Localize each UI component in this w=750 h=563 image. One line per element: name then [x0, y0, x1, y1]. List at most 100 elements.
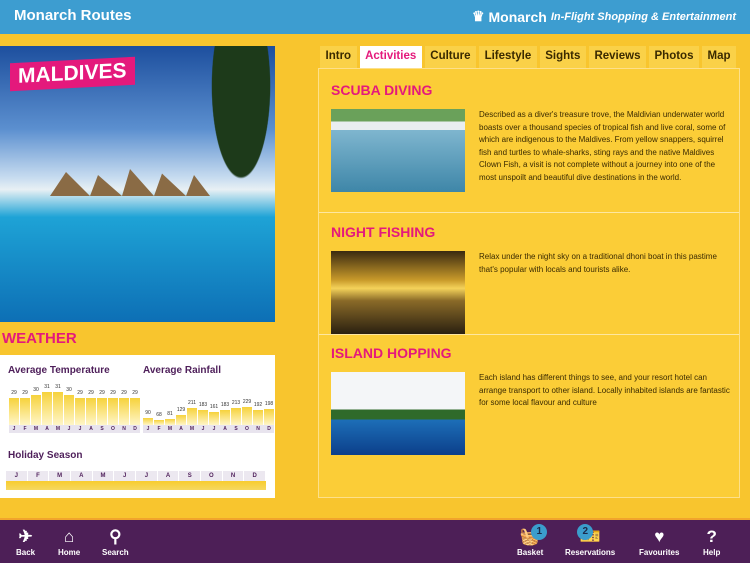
- crown-icon: ♛: [471, 8, 485, 24]
- holiday-season-bar: JFMAMJJASOND: [6, 471, 267, 490]
- month-tick: F: [157, 426, 161, 432]
- reservations-button[interactable]: 🎫Reservations2: [565, 524, 615, 557]
- chart-bar: 29: [20, 390, 30, 425]
- back-button[interactable]: ✈ Back: [16, 526, 35, 557]
- data-label: 68: [156, 411, 162, 418]
- data-label: 31: [44, 384, 50, 390]
- data-label: 229: [242, 398, 252, 405]
- chart-bar: 161: [209, 404, 219, 425]
- month-tick: M: [167, 426, 173, 432]
- night-fishing-photo: [331, 251, 465, 334]
- app-header: Monarch Routes ♛ Monarch In-Flight Shoppin…: [0, 0, 750, 34]
- tab-sights[interactable]: Sights: [539, 46, 586, 68]
- chart-bar: 90: [143, 410, 153, 425]
- scuba-photo: [331, 109, 465, 192]
- chart-bar: 183: [220, 402, 230, 425]
- data-label: 29: [77, 390, 83, 396]
- month-tick: O: [245, 426, 249, 432]
- month-tick: M: [189, 426, 195, 432]
- tab-bar: Intro Activities Culture Lifestyle Sights Rev…: [320, 46, 737, 68]
- month-label: J: [136, 471, 158, 481]
- favourites-button[interactable]: ♥ Favourites: [639, 526, 679, 557]
- holiday-title: Holiday Season: [8, 450, 83, 461]
- month-tick: J: [78, 426, 82, 432]
- data-label: 29: [22, 390, 28, 396]
- island-photo: [331, 372, 465, 455]
- month-tick: D: [267, 426, 271, 432]
- data-label: 30: [66, 387, 72, 393]
- tab-culture[interactable]: Culture: [424, 46, 477, 68]
- month-label: A: [158, 471, 180, 481]
- data-label: 29: [88, 390, 94, 396]
- hero-image: MALDIVES: [0, 46, 275, 322]
- help-button[interactable]: ? Help: [703, 526, 720, 557]
- month-tick: F: [23, 426, 27, 432]
- month-tick: J: [12, 426, 16, 432]
- month-label: F: [28, 471, 50, 481]
- chart-bar: 29: [119, 390, 129, 425]
- chart-bar: 31: [42, 384, 52, 425]
- divider: [319, 334, 739, 335]
- tab-map[interactable]: Map: [702, 46, 737, 68]
- chart-bar: 29: [86, 390, 96, 425]
- temp-chart: 29 29 30 31 31 30 29 29 29 29 29 29: [9, 383, 140, 425]
- section-title: NIGHT FISHING: [331, 224, 436, 240]
- rain-chart: 90 68 81 129 211 183 161 183 213 229 192 198: [143, 383, 274, 425]
- month-tick: M: [33, 426, 39, 432]
- data-label: 211: [188, 400, 196, 407]
- month-tick: A: [89, 426, 93, 432]
- data-label: 129: [176, 406, 186, 413]
- month-tick: N: [256, 426, 260, 432]
- chart-bar: 192: [253, 402, 263, 425]
- basket-button[interactable]: 🧺 Basket 1: [517, 524, 548, 557]
- month-label: D: [244, 471, 267, 481]
- data-label: 213: [231, 399, 241, 406]
- chart-bar: 198: [264, 401, 274, 425]
- tab-activities[interactable]: Activities: [359, 46, 422, 68]
- tab-photos[interactable]: Photos: [648, 46, 699, 68]
- data-label: 198: [264, 401, 274, 408]
- search-icon: ⚲: [109, 527, 122, 546]
- data-label: 192: [253, 401, 263, 408]
- chart-bar: 29: [130, 390, 140, 425]
- tab-intro[interactable]: Intro: [320, 46, 357, 68]
- chart-bar: 229: [242, 399, 252, 425]
- rain-chart-title: Average Rainfall: [143, 365, 221, 376]
- month-label: J: [114, 471, 137, 481]
- month-tick: D: [133, 426, 137, 432]
- data-label: 29: [132, 390, 138, 396]
- section-title: SCUBA DIVING: [331, 82, 433, 98]
- chart-bar: 211: [187, 400, 197, 425]
- home-button[interactable]: ⌂ Home: [58, 526, 80, 557]
- chart-bar: 29: [75, 390, 85, 425]
- month-label: O: [201, 471, 223, 481]
- month-tick: M: [55, 426, 61, 432]
- palm-tree: [190, 46, 275, 246]
- airplane-icon: ✈: [18, 527, 33, 546]
- month-label: M: [93, 471, 115, 481]
- activities-panel: SCUBA DIVING Described as a diver's trea…: [318, 68, 740, 498]
- month-tick: A: [223, 426, 227, 432]
- data-label: 30: [33, 387, 39, 393]
- month-label: N: [223, 471, 245, 481]
- heart-icon: ♥: [654, 527, 665, 546]
- section-title: ISLAND HOPPING: [331, 345, 452, 361]
- section-text: Described as a diver's treasure trove, t…: [479, 110, 726, 182]
- tab-lifestyle[interactable]: Lifestyle: [479, 46, 537, 68]
- divider: [319, 212, 739, 213]
- tab-reviews[interactable]: Reviews: [588, 46, 646, 68]
- data-label: 81: [167, 410, 173, 417]
- chart-bar: 29: [9, 390, 19, 425]
- search-button[interactable]: ⚲ Search: [102, 526, 129, 557]
- basket-count-badge: 1: [531, 524, 548, 540]
- data-label: 29: [11, 390, 17, 396]
- chart-bar: 31: [53, 384, 63, 425]
- month-label: A: [71, 471, 93, 481]
- chart-bar: 213: [231, 400, 241, 425]
- chart-bar: 30: [64, 387, 74, 425]
- section-text: Each island has different things to see,…: [479, 373, 730, 407]
- data-label: 31: [55, 384, 61, 390]
- brand-logo: ♛ Monarch In-Flight Shopping & Entertainme…: [471, 8, 736, 25]
- month-tick: A: [179, 426, 183, 432]
- month-tick: A: [45, 426, 49, 432]
